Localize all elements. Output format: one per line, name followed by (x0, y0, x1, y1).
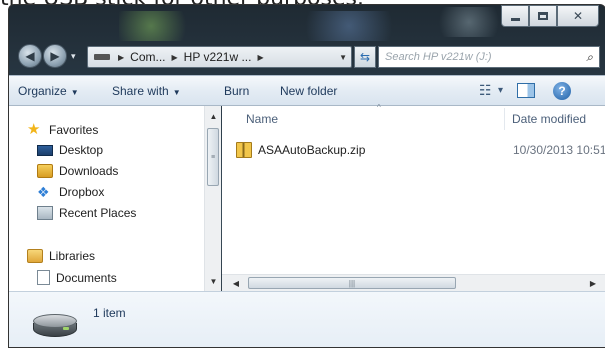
share-with-button[interactable]: Share with ▼ (112, 84, 181, 98)
glass-decoration (119, 11, 199, 41)
glass-decoration (289, 11, 409, 41)
maximize-icon (538, 12, 548, 20)
chevron-down-icon: ▼ (70, 88, 79, 97)
nav-item-favorites[interactable]: ★ Favorites (27, 121, 99, 138)
share-with-label: Share with (112, 84, 169, 98)
search-box[interactable]: ⌕ (378, 46, 600, 68)
search-icon[interactable]: ⌕ (586, 50, 593, 65)
scroll-right-icon[interactable]: ▶ (585, 275, 601, 292)
column-label: Name (246, 112, 279, 126)
nav-item-label: Favorites (49, 123, 99, 137)
maximize-button[interactable] (529, 5, 557, 27)
forward-button[interactable]: ▶ (43, 44, 67, 68)
navigation-row: ◀ ▶ ▾ ▶ Com... ▶ HP v221w ... ▶ ▼ ⇆ ⌕ (9, 39, 605, 69)
scroll-left-icon[interactable]: ◀ (228, 275, 244, 292)
libraries-icon (27, 249, 43, 263)
scroll-thumb[interactable]: ≡ (207, 128, 219, 186)
refresh-button[interactable]: ⇆ (354, 46, 376, 68)
column-divider[interactable] (504, 108, 505, 130)
address-dropdown-icon[interactable]: ▼ (339, 53, 347, 62)
dropbox-icon: ❖ (37, 184, 50, 200)
scroll-up-icon[interactable]: ▲ (205, 108, 222, 124)
item-count: 1 item (93, 306, 126, 320)
zip-file-icon (236, 142, 252, 158)
explorer-window: ✕ ◀ ▶ ▾ ▶ Com... ▶ HP v221w ... ▶ ▼ ⇆ ⌕ … (8, 4, 605, 348)
scroll-down-icon[interactable]: ▼ (205, 273, 222, 289)
minimize-icon (510, 17, 520, 21)
nav-item-downloads[interactable]: Downloads (37, 164, 118, 178)
help-icon[interactable]: ? (553, 82, 571, 100)
navigation-pane: ★ Favorites Desktop Downloads ❖ Dropbox … (9, 106, 204, 291)
back-arrow-icon: ◀ (25, 49, 35, 63)
file-list: Name ^ Date modified ASAAutoBackup.zip 1… (222, 103, 605, 291)
breadcrumb-separator[interactable]: ▶ (114, 53, 128, 62)
nav-item-desktop[interactable]: Desktop (37, 143, 103, 157)
nav-item-label: Downloads (59, 164, 119, 178)
breadcrumb-computer[interactable]: Com... (128, 50, 167, 64)
documents-icon (37, 270, 50, 285)
drive-icon (94, 54, 110, 60)
nav-pane-scrollbar[interactable]: ▲ ≡ ▼ (204, 106, 221, 291)
column-header-date-modified[interactable]: Date modified (512, 112, 586, 126)
nav-item-label: Desktop (59, 143, 104, 157)
breadcrumb-drive[interactable]: HP v221w ... (182, 50, 254, 64)
search-input[interactable] (385, 51, 575, 63)
file-row[interactable]: ASAAutoBackup.zip 10/30/2013 10:51 ... (236, 140, 605, 160)
downloads-folder-icon (37, 164, 53, 178)
new-folder-button[interactable]: New folder (280, 84, 337, 98)
nav-item-documents[interactable]: Documents (37, 270, 117, 285)
address-bar[interactable]: ▶ Com... ▶ HP v221w ... ▶ ▼ (87, 46, 352, 68)
scroll-thumb[interactable]: ||| (248, 277, 456, 289)
chevron-down-icon: ▼ (172, 88, 181, 97)
view-dropdown-icon[interactable]: ▾ (498, 85, 503, 96)
preview-pane-icon[interactable] (517, 83, 535, 98)
close-icon: ✕ (572, 9, 584, 23)
breadcrumb-separator[interactable]: ▶ (253, 53, 267, 62)
removable-drive-icon (33, 314, 77, 340)
recent-places-icon (37, 206, 53, 220)
nav-item-recent-places[interactable]: Recent Places (37, 206, 136, 220)
back-button[interactable]: ◀ (18, 44, 42, 68)
window-caption-buttons: ✕ (501, 5, 599, 27)
nav-item-label: Libraries (49, 249, 96, 263)
organize-button[interactable]: Organize ▼ (18, 84, 79, 98)
glass-decoration (429, 7, 509, 37)
column-label: Date modified (512, 112, 587, 126)
forward-arrow-icon: ▶ (50, 49, 60, 63)
nav-item-libraries[interactable]: Libraries (27, 249, 95, 263)
nav-item-dropbox[interactable]: ❖ Dropbox (37, 185, 104, 199)
file-list-horizontal-scrollbar[interactable]: ◀ ||| ▶ (222, 274, 605, 291)
desktop-icon (37, 144, 53, 156)
command-bar: Organize ▼ Share with ▼ Burn New folder ☷ … (9, 75, 605, 106)
details-pane: 1 item (9, 291, 605, 347)
column-header-name[interactable]: Name (246, 112, 278, 126)
nav-item-label: Dropbox (59, 185, 105, 199)
nav-item-label: Recent Places (59, 206, 137, 220)
burn-button[interactable]: Burn (224, 84, 249, 98)
view-options-icon[interactable]: ☷ (479, 82, 492, 99)
file-name: ASAAutoBackup.zip (258, 143, 366, 157)
refresh-icon: ⇆ (359, 50, 371, 64)
minimize-button[interactable] (501, 5, 529, 27)
breadcrumb-separator[interactable]: ▶ (168, 53, 182, 62)
file-date-modified: 10/30/2013 10:51 ... (513, 143, 605, 157)
sort-ascending-icon: ^ (377, 103, 381, 112)
close-button[interactable]: ✕ (557, 5, 599, 27)
recent-pages-dropdown[interactable]: ▾ (71, 51, 76, 62)
star-icon: ★ (27, 121, 41, 138)
organize-label: Organize (18, 84, 67, 98)
nav-item-label: Documents (56, 270, 117, 285)
